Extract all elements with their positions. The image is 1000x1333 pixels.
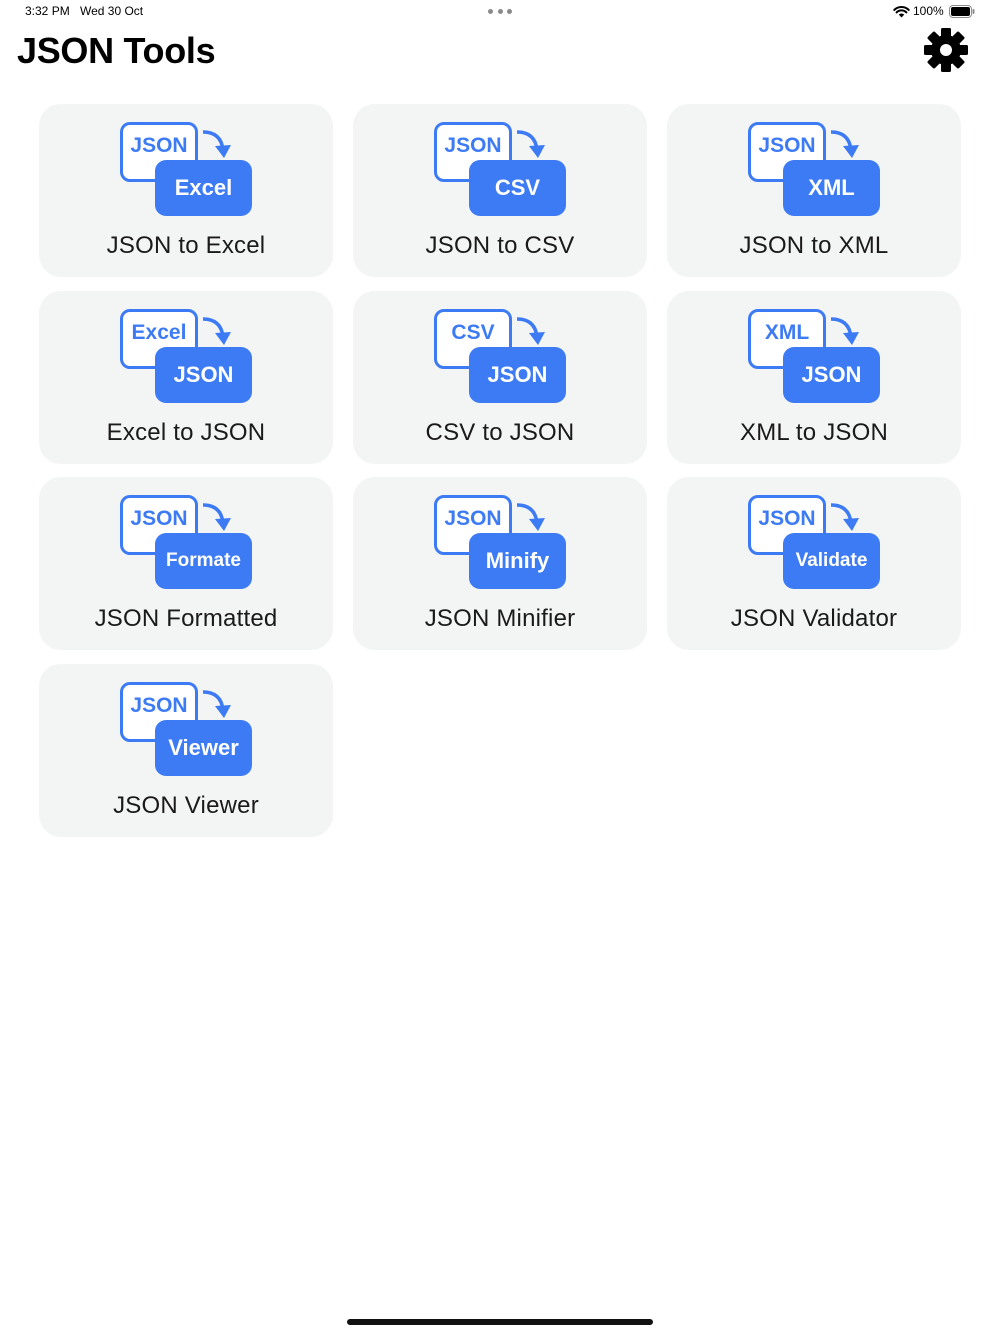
arrow-icon xyxy=(830,317,859,345)
arrow-icon xyxy=(830,130,859,158)
tool-label: JSON Formatted xyxy=(94,605,278,632)
json-formatter-icon: JSON Formate xyxy=(117,493,257,593)
tool-tile-json-minifier[interactable]: JSON Minify JSON Minifier xyxy=(353,477,647,650)
tool-label: CSV to JSON xyxy=(425,419,575,446)
arrow-icon xyxy=(202,503,231,531)
status-time: 3:32 PM xyxy=(25,4,70,18)
tool-label: Excel to JSON xyxy=(106,419,266,446)
tool-tile-json-to-xml[interactable]: JSON XML JSON to XML xyxy=(667,104,961,277)
arrow-icon xyxy=(202,130,231,158)
icon-target-format: Viewer xyxy=(155,720,252,776)
icon-target-format: XML xyxy=(783,160,880,216)
icon-target-format: JSON xyxy=(783,347,880,403)
excel-to-json-icon: Excel JSON xyxy=(117,307,257,407)
multitasking-dots-icon[interactable] xyxy=(488,9,512,15)
arrow-icon xyxy=(516,503,545,531)
json-to-excel-icon: JSON Excel xyxy=(117,120,257,220)
status-date: Wed 30 Oct xyxy=(80,4,144,18)
icon-target-format: JSON xyxy=(469,347,566,403)
battery-icon xyxy=(949,5,975,18)
page-title: JSON Tools xyxy=(17,30,216,71)
json-minifier-icon: JSON Minify xyxy=(431,493,571,593)
home-indicator[interactable] xyxy=(347,1319,653,1325)
settings-button[interactable] xyxy=(922,26,970,74)
tool-label: JSON to Excel xyxy=(106,232,266,259)
gear-icon xyxy=(924,28,968,72)
tool-tile-json-to-csv[interactable]: JSON CSV JSON to CSV xyxy=(353,104,647,277)
battery-percent: 100% xyxy=(913,4,944,18)
tool-tile-xml-to-json[interactable]: XML JSON XML to JSON xyxy=(667,291,961,464)
tool-label: JSON to CSV xyxy=(425,232,575,259)
xml-to-json-icon: XML JSON xyxy=(745,307,885,407)
json-validator-icon: JSON Validate xyxy=(745,493,885,593)
tool-tile-json-to-excel[interactable]: JSON Excel JSON to Excel xyxy=(39,104,333,277)
icon-target-format: CSV xyxy=(469,160,566,216)
tool-label: JSON Viewer xyxy=(113,792,259,819)
icon-target-format: Formate xyxy=(155,533,252,589)
csv-to-json-icon: CSV JSON xyxy=(431,307,571,407)
arrow-icon xyxy=(830,503,859,531)
icon-target-format: Excel xyxy=(155,160,252,216)
tool-tile-json-validator[interactable]: JSON Validate JSON Validator xyxy=(667,477,961,650)
arrow-icon xyxy=(516,317,545,345)
json-to-xml-icon: JSON XML xyxy=(745,120,885,220)
tool-label: XML to JSON xyxy=(739,419,889,446)
tool-tile-csv-to-json[interactable]: CSV JSON CSV to JSON xyxy=(353,291,647,464)
json-to-csv-icon: JSON CSV xyxy=(431,120,571,220)
tool-label: JSON to XML xyxy=(739,232,889,259)
arrow-icon xyxy=(202,317,231,345)
icon-target-format: Validate xyxy=(783,533,880,589)
arrow-icon xyxy=(516,130,545,158)
icon-target-format: JSON xyxy=(155,347,252,403)
tool-tile-json-formatted[interactable]: JSON Formate JSON Formatted xyxy=(39,477,333,650)
icon-target-format: Minify xyxy=(469,533,566,589)
json-viewer-icon: JSON Viewer xyxy=(117,680,257,780)
wifi-icon xyxy=(893,5,910,18)
tool-tile-excel-to-json[interactable]: Excel JSON Excel to JSON xyxy=(39,291,333,464)
status-bar: 3:32 PM Wed 30 Oct 100% xyxy=(0,0,1000,24)
tool-tile-json-viewer[interactable]: JSON Viewer JSON Viewer xyxy=(39,664,333,837)
arrow-icon xyxy=(202,690,231,718)
tool-label: JSON Validator xyxy=(730,605,898,632)
tool-label: JSON Minifier xyxy=(424,605,576,632)
